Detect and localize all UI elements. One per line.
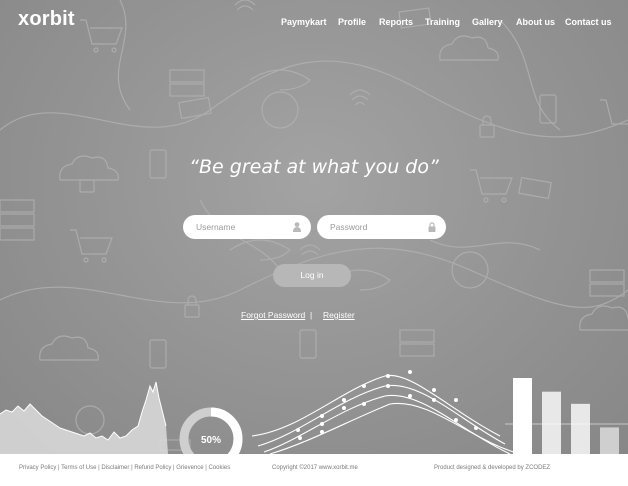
username-input[interactable] [196,222,296,232]
footer-credit: Product designed & developed by ZCODEZ [434,465,551,471]
login-button[interactable]: Log in [273,264,351,287]
link-separator: | [310,310,313,320]
password-input[interactable] [330,222,430,232]
footer-link-privacy[interactable]: Privacy Policy [19,465,56,471]
logo[interactable]: xorbit [18,8,75,31]
password-field [317,215,446,239]
nav-reports[interactable]: Reports [379,17,413,27]
nav-paymykart[interactable]: Paymykart [281,17,327,27]
footer-link-cookies[interactable]: Cookies [209,465,231,471]
donut-label: 50% [201,435,221,446]
bar-chart [513,378,619,454]
hero-headline: “Be great at what you do” [189,156,439,178]
decorative-charts: 50% [0,370,628,454]
bar-1 [513,378,532,454]
auth-links: Forgot Password | Register [0,310,628,322]
bar-2 [542,391,561,454]
register-link[interactable]: Register [323,310,355,320]
footer-links: Privacy Policy | Terms of Use | Disclaim… [19,465,231,471]
nav-training[interactable]: Training [425,17,460,27]
nav-profile[interactable]: Profile [338,17,366,27]
footer-link-grievence[interactable]: Grievence [176,465,203,471]
nav-about-us[interactable]: About us [516,17,555,27]
line-chart [251,374,521,454]
nav-gallery[interactable]: Gallery [472,17,503,27]
forgot-password-link[interactable]: Forgot Password [241,310,305,320]
footer-link-disclaimer[interactable]: Disclaimer [101,465,129,471]
lock-icon [428,222,436,232]
hero-background: xorbit Paymykart Profile Reports Trainin… [0,0,628,454]
area-chart [0,382,168,454]
footer-link-terms[interactable]: Terms of Use [61,465,96,471]
user-icon [293,222,301,232]
username-field [183,215,311,239]
bar-3 [571,403,590,454]
footer-copyright: Copyright ©2017 www.xorbit.me [272,465,358,471]
footer-link-refund[interactable]: Refund Policy [134,465,171,471]
nav-contact-us[interactable]: Contact us [565,17,612,27]
footer: Privacy Policy | Terms of Use | Disclaim… [0,454,628,486]
bar-4 [600,427,619,454]
